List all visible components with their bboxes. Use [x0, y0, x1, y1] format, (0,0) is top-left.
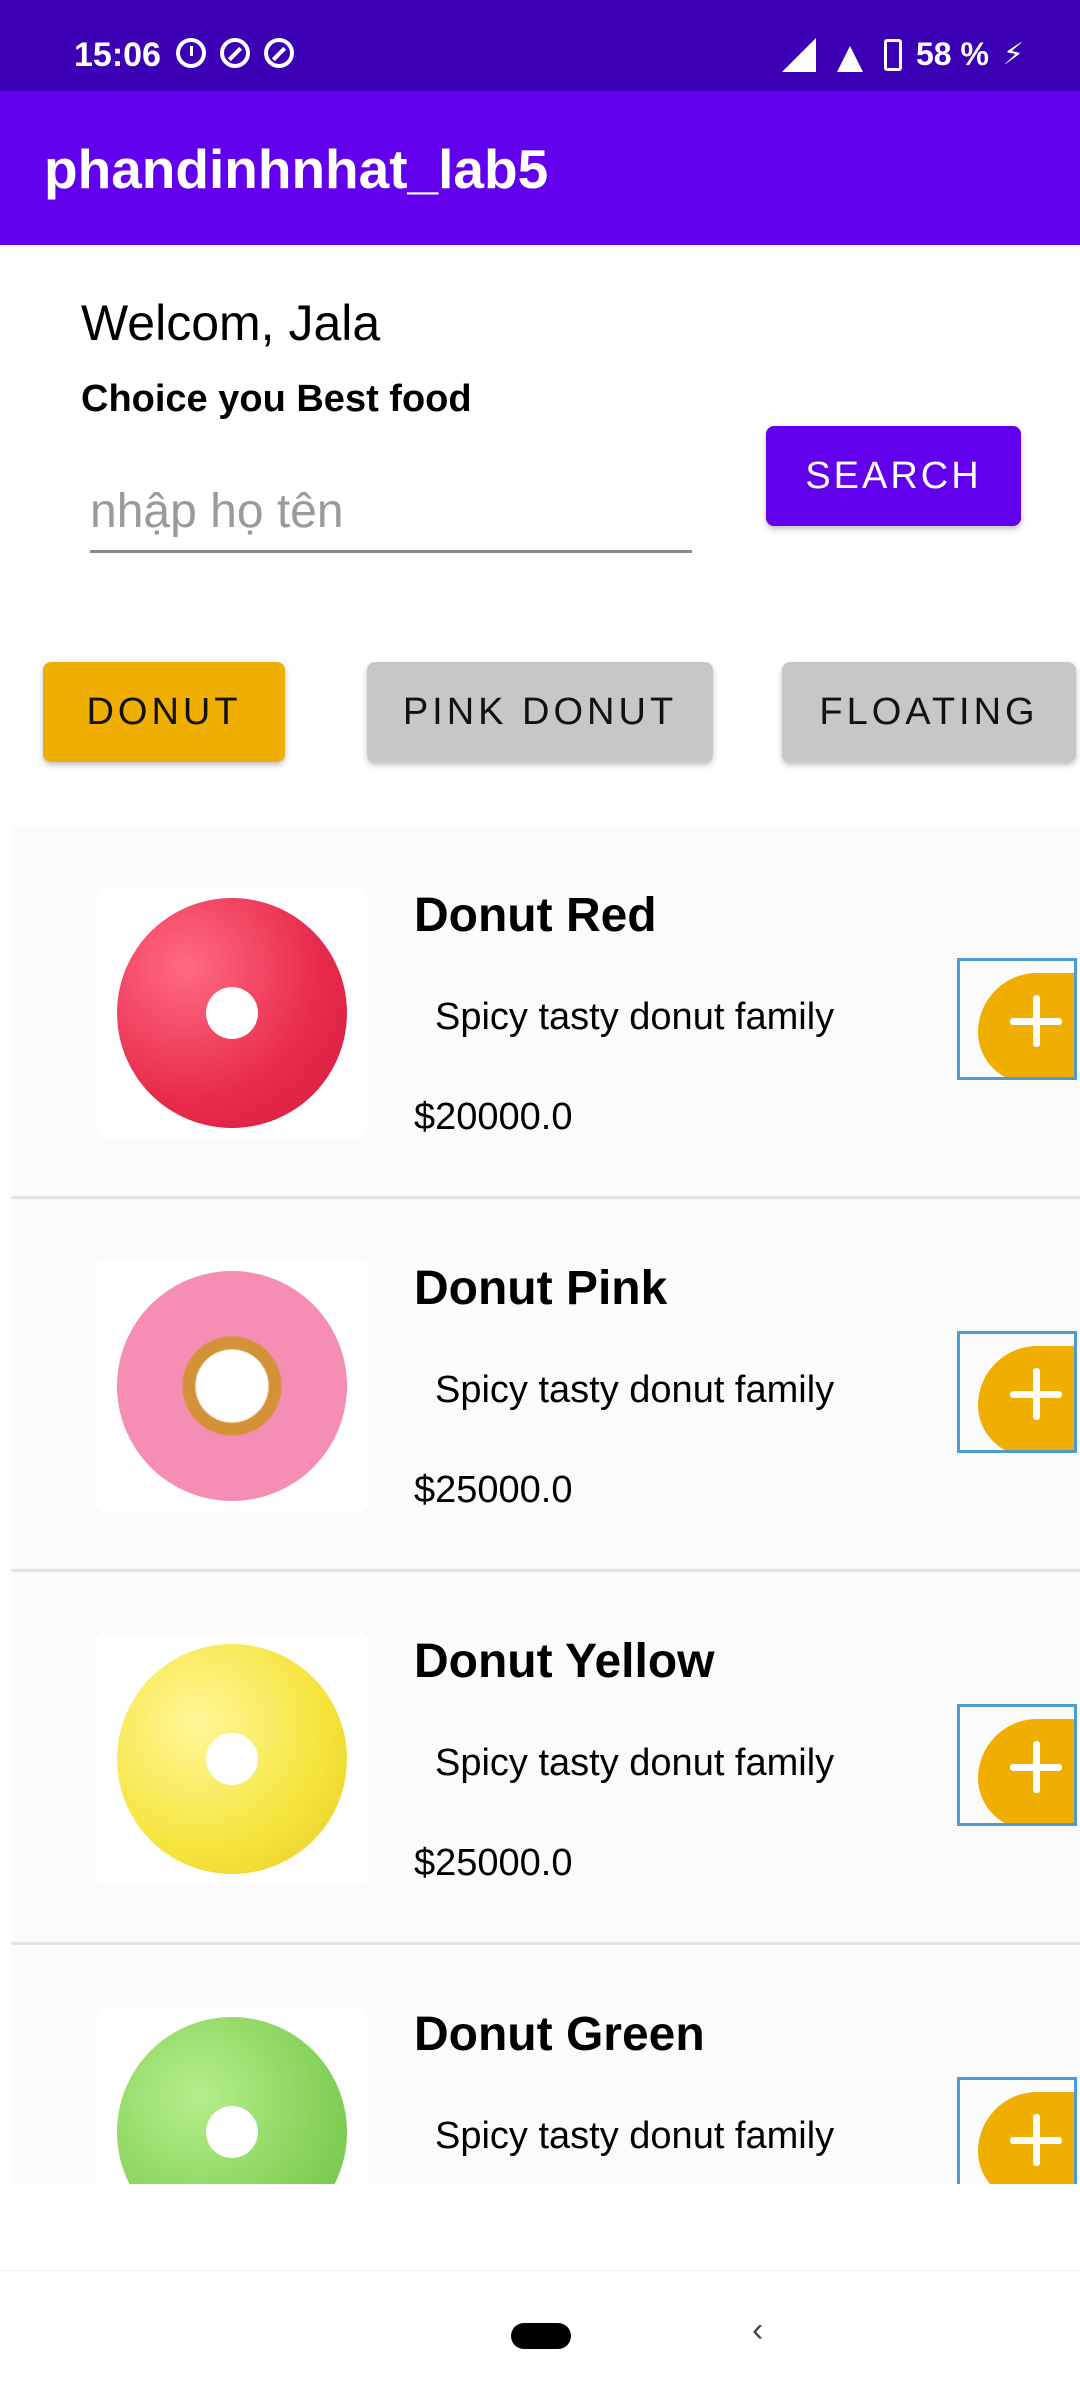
add-to-cart-button[interactable]	[957, 958, 1077, 1080]
product-description: Spicy tasty donut family	[435, 996, 835, 1038]
add-to-cart-button[interactable]	[957, 2077, 1077, 2184]
product-name: Donut Pink	[414, 1262, 668, 1315]
battery-icon	[883, 38, 902, 71]
plus-icon	[1006, 991, 1066, 1051]
product-item[interactable]: Donut Pink Spicy tasty donut family $250…	[11, 1199, 1080, 1572]
category-donut-button[interactable]: DONUT	[43, 662, 285, 762]
name-input[interactable]	[90, 472, 692, 553]
battery-percent: 58 %	[915, 36, 989, 72]
back-icon[interactable]: ‹	[752, 2311, 763, 2350]
status-time: 15:06	[74, 36, 161, 74]
product-name: Donut Green	[414, 2008, 705, 2061]
product-description: Spicy tasty donut family	[435, 2115, 835, 2157]
search-button[interactable]: SEARCH	[766, 426, 1021, 526]
system-nav-bar: ‹	[0, 2270, 1080, 2401]
wifi-icon	[830, 38, 870, 72]
product-item[interactable]: Donut Red Spicy tasty donut family $2000…	[11, 826, 1080, 1199]
product-image	[97, 888, 367, 1138]
pink-donut-image	[117, 1271, 347, 1501]
plus-icon	[1006, 1737, 1066, 1797]
status-system-icons: 58 % ⚡	[781, 36, 1024, 73]
app-bar: phandinhnhat_lab5	[0, 91, 1080, 245]
plus-icon	[1006, 1364, 1066, 1424]
product-name: Donut Yellow	[414, 1635, 715, 1688]
red-donut-image	[117, 898, 347, 1128]
product-price: $25000.0	[414, 1842, 573, 1884]
product-item[interactable]: Donut Yellow Spicy tasty donut family $2…	[11, 1572, 1080, 1945]
product-description: Spicy tasty donut family	[435, 1369, 835, 1411]
dnd-icon	[264, 38, 294, 68]
product-image	[97, 1261, 367, 1511]
clock-icon	[176, 38, 206, 68]
charging-icon: ⚡	[1002, 38, 1024, 71]
subtitle-text: Choice you Best food	[81, 378, 472, 420]
product-price: $25000.0	[414, 1469, 573, 1511]
product-image	[97, 1634, 367, 1884]
status-bar: 15:06 58 % ⚡	[0, 0, 1080, 91]
add-to-cart-button[interactable]	[957, 1331, 1077, 1453]
home-handle[interactable]	[511, 2323, 571, 2349]
add-to-cart-button[interactable]	[957, 1704, 1077, 1826]
cell-signal-icon	[781, 37, 816, 72]
product-price: $20000.0	[414, 1096, 573, 1138]
yellow-donut-image	[117, 1644, 347, 1874]
product-list[interactable]: Donut Red Spicy tasty donut family $2000…	[11, 826, 1080, 2184]
product-image	[97, 2007, 367, 2184]
category-floating-button[interactable]: FLOATING	[782, 662, 1076, 762]
product-item[interactable]: Donut Green Spicy tasty donut family	[11, 1945, 1080, 2184]
category-pink-donut-button[interactable]: PINK DONUT	[367, 662, 713, 762]
status-notification-icons	[176, 38, 294, 68]
app-title: phandinhnhat_lab5	[44, 138, 549, 200]
welcome-text: Welcom, Jala	[81, 295, 381, 351]
product-description: Spicy tasty donut family	[435, 1742, 835, 1784]
product-name: Donut Red	[414, 889, 657, 942]
green-donut-image	[117, 2017, 347, 2184]
plus-icon	[1006, 2110, 1066, 2170]
data-saver-icon	[220, 38, 250, 68]
